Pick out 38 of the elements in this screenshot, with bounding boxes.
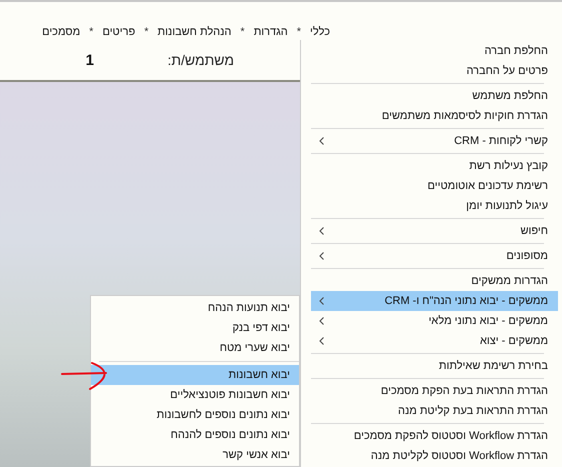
menu-item[interactable]: עיגול לתנועות יומן: [311, 196, 558, 216]
separator-text: *: [240, 26, 245, 38]
menu-item[interactable]: הגדרת התראות בעת הפקת מסמכים: [311, 381, 558, 401]
menu-item[interactable]: כללי: [310, 26, 330, 38]
menu-item[interactable]: הגדרת חוקיות לסיסמאות משתמשים: [311, 106, 558, 126]
menu-item[interactable]: החלפת חברה: [311, 41, 558, 61]
menu-item[interactable]: ממשקים - יבוא נתוני הנה"ח ו- CRM: [311, 291, 558, 311]
separator-text: *: [296, 26, 302, 38]
menu-item[interactable]: רשימת עדכונים אוטומטיים: [311, 176, 558, 196]
menu-item[interactable]: ממשקים - יבוא נתוני מלאי: [311, 311, 558, 331]
menu-item[interactable]: הגדרת התראות בעת קליטת מנה: [311, 401, 558, 421]
menu-item[interactable]: יבוא נתונים נוספים להנהח: [91, 425, 299, 445]
menu-item[interactable]: הגדרות: [254, 26, 288, 38]
menu-item[interactable]: הנהלת חשבונות: [157, 26, 232, 38]
menu-item[interactable]: פריטים: [102, 26, 136, 38]
menu-item[interactable]: הגדרות ממשקים: [311, 271, 558, 291]
menu-item[interactable]: יבוא נתונים נוספים לחשבונות: [91, 405, 299, 425]
menu-item[interactable]: יבוא דפי בנק: [91, 318, 299, 338]
menu-item[interactable]: החלפת משתמש: [311, 86, 558, 106]
menu-item[interactable]: יבוא חשבונות: [91, 365, 299, 385]
menu-item[interactable]: חיפוש: [311, 221, 558, 241]
menu-item[interactable]: יבוא חשבונות פוטנציאליים: [91, 385, 299, 405]
menu-item[interactable]: ממשקים - יצוא: [311, 331, 558, 351]
user-label: משתמש/ת:: [166, 52, 234, 68]
separator-text: *: [89, 26, 94, 38]
menu-item[interactable]: הגדרת Workflow וסטטוס לקליטת מנה: [311, 446, 558, 466]
menu-item[interactable]: מסמכים: [42, 26, 80, 38]
separator-text: *: [144, 26, 148, 38]
menu-item[interactable]: יבוא תנועות הנהח: [91, 298, 299, 318]
menu-item[interactable]: קובץ נעילות רשת: [311, 156, 558, 176]
menu-item[interactable]: מסופונים: [311, 246, 558, 266]
user-value: 1: [86, 52, 94, 68]
menu-item[interactable]: יבוא אנשי קשר: [91, 445, 299, 465]
menu-item[interactable]: הגדרת Workflow וסטטוס להפקת מסמכים: [311, 426, 558, 446]
menu-item[interactable]: בחירת רשימת שאילתות: [311, 356, 558, 376]
menu-item[interactable]: יבוא שערי מטח: [91, 338, 299, 358]
menu-item[interactable]: פרטים על החברה: [311, 61, 558, 81]
menu-item[interactable]: קשרי לקוחות - CRM: [311, 131, 558, 151]
